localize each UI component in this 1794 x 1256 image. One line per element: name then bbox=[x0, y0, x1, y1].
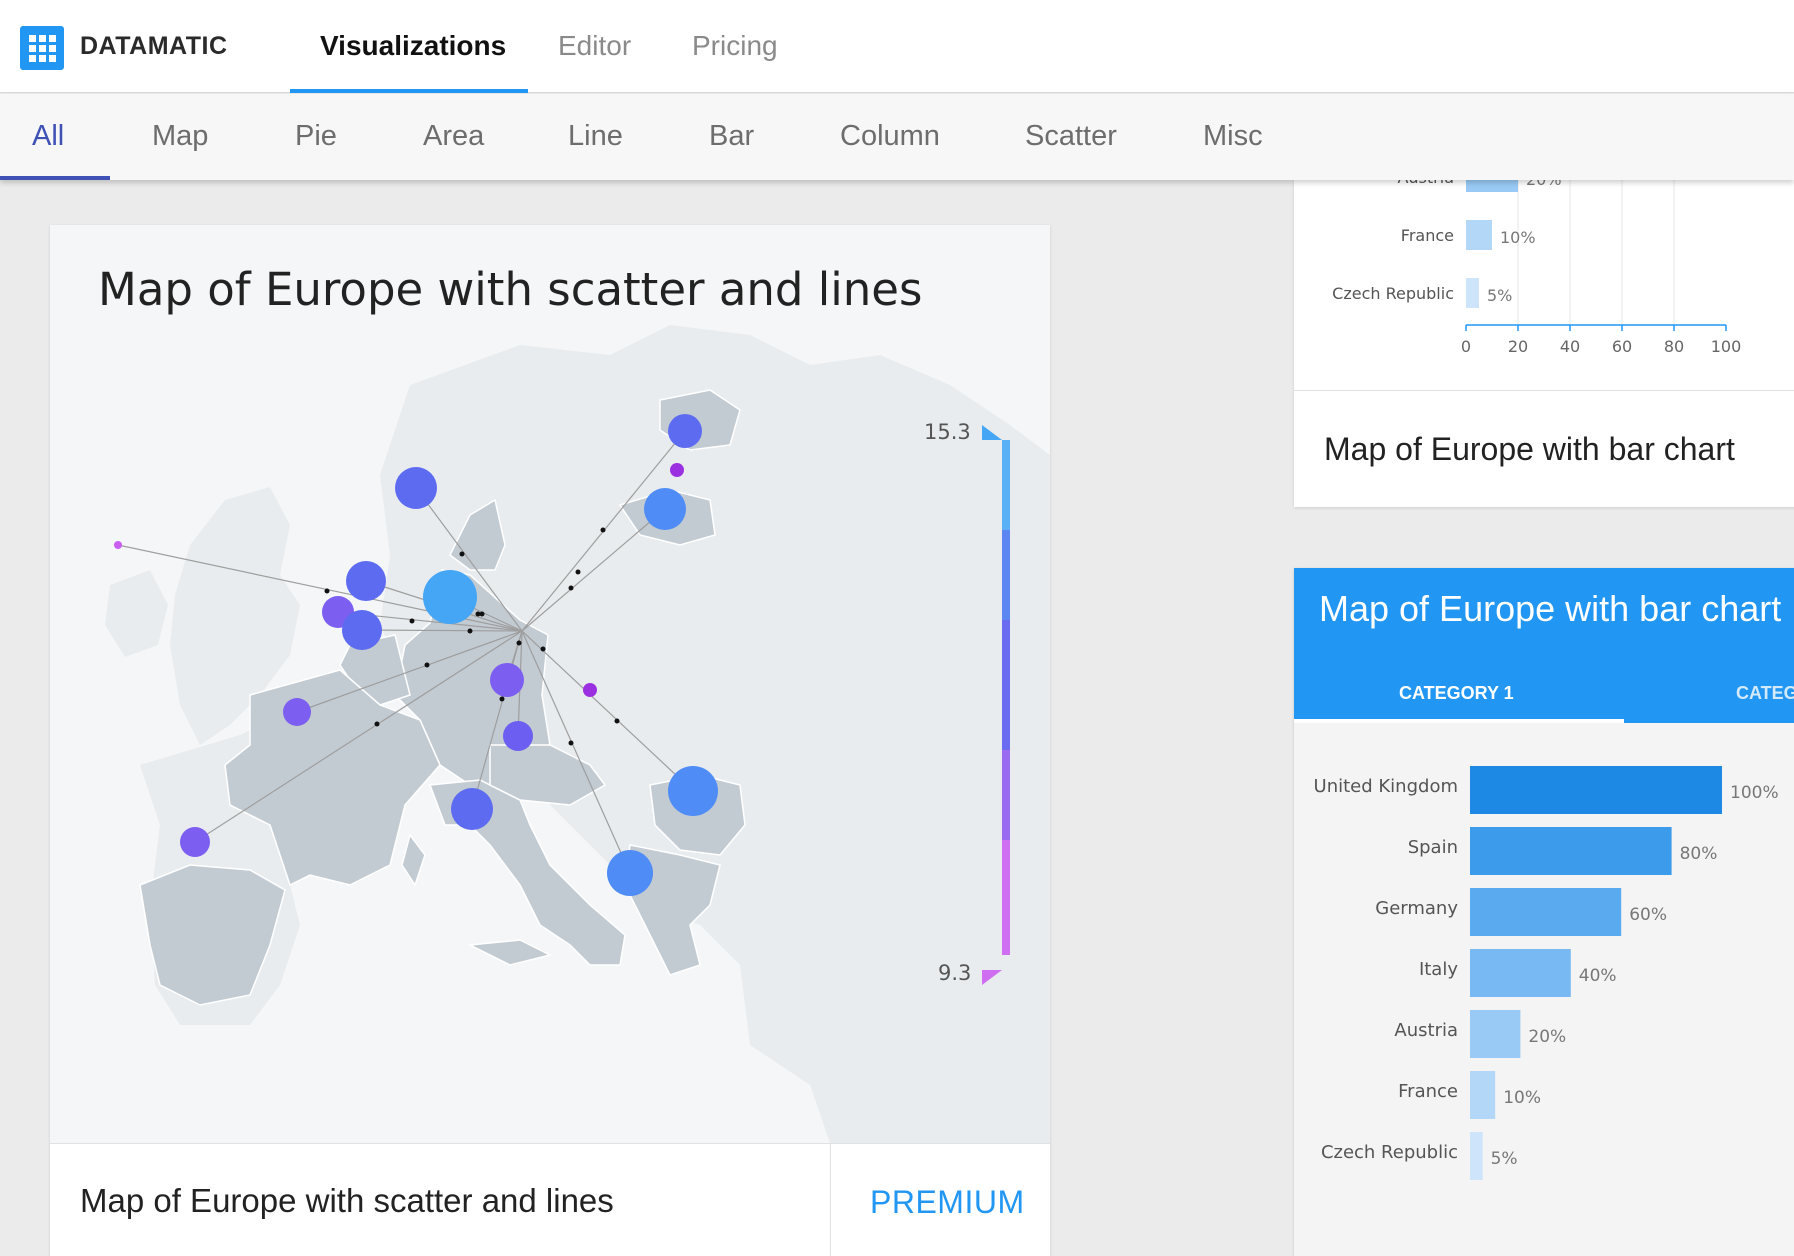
bubble bbox=[670, 463, 684, 477]
premium-badge[interactable]: PREMIUM bbox=[870, 1184, 1025, 1221]
card-title[interactable]: Map of Europe with scatter and lines bbox=[80, 1182, 614, 1220]
category-label: France bbox=[1398, 1081, 1458, 1102]
category-pie[interactable]: Pie bbox=[295, 120, 337, 153]
category-filter-bar: All Map Pie Area Line Bar Column Scatter… bbox=[0, 94, 1794, 180]
bubble bbox=[180, 827, 210, 857]
bubble bbox=[490, 663, 524, 697]
category-scatter[interactable]: Scatter bbox=[1025, 120, 1117, 153]
category-label: Czech Republic bbox=[1321, 1142, 1458, 1163]
bar bbox=[1466, 162, 1518, 192]
bar-chart-preview-1: Austria 20% France 10% Czech Republic 5% 0 20 40… bbox=[1332, 162, 1742, 356]
category-label: Italy bbox=[1419, 959, 1458, 980]
category-misc[interactable]: Misc bbox=[1203, 120, 1263, 153]
active-tab-indicator bbox=[290, 89, 528, 93]
app-grid-icon[interactable] bbox=[20, 26, 64, 70]
card-footer: Map of Europe with bar chart bbox=[1294, 390, 1794, 507]
map-preview: Map of Europe with scatter and lines 15.… bbox=[50, 225, 1050, 1143]
bar bbox=[1466, 220, 1492, 250]
europe-map bbox=[105, 325, 1050, 1143]
legend-max-label: 15.3 bbox=[924, 420, 971, 444]
data-label: 40% bbox=[1579, 966, 1617, 986]
card-header: Map of Europe with bar chart CATEGORY 1 … bbox=[1294, 568, 1794, 723]
data-label: 5% bbox=[1487, 286, 1512, 305]
bar bbox=[1470, 1010, 1521, 1058]
category-column[interactable]: Column bbox=[840, 120, 940, 153]
bar bbox=[1470, 1132, 1483, 1180]
bubble bbox=[283, 698, 311, 726]
tick-label: 0 bbox=[1461, 337, 1471, 356]
tab-category-2[interactable]: CATEG bbox=[1736, 683, 1794, 704]
tick-label: 80 bbox=[1664, 337, 1684, 356]
bubble bbox=[342, 610, 382, 650]
category-label: Austria bbox=[1397, 180, 1454, 187]
tick-label: 40 bbox=[1560, 337, 1580, 356]
card-footer: Map of Europe with scatter and lines PRE… bbox=[50, 1143, 1050, 1256]
data-label: 100% bbox=[1730, 783, 1779, 803]
legend-min-label: 9.3 bbox=[938, 961, 972, 985]
data-label: 20% bbox=[1528, 1027, 1566, 1047]
tab-editor[interactable]: Editor bbox=[558, 30, 631, 62]
category-label: Czech Republic bbox=[1332, 284, 1454, 303]
chart-title: Map of Europe with scatter and lines bbox=[98, 263, 923, 316]
visualization-card-scatter-lines[interactable]: Map of Europe with scatter and lines 15.… bbox=[50, 225, 1050, 1256]
bubble bbox=[503, 721, 533, 751]
data-label: 10% bbox=[1500, 228, 1536, 247]
category-label: United Kingdom bbox=[1314, 776, 1458, 797]
bubble bbox=[346, 561, 386, 601]
category-label: Germany bbox=[1375, 898, 1458, 919]
bar bbox=[1470, 766, 1722, 814]
category-map[interactable]: Map bbox=[152, 120, 208, 153]
map-land-background bbox=[105, 325, 1050, 1143]
category-line[interactable]: Line bbox=[568, 120, 623, 153]
bubble bbox=[607, 850, 653, 896]
bubble bbox=[644, 488, 686, 530]
bubble bbox=[668, 766, 718, 816]
category-bar[interactable]: Bar bbox=[709, 120, 754, 153]
bubble bbox=[423, 570, 477, 624]
category-area[interactable]: Area bbox=[423, 120, 484, 153]
category-label: Austria bbox=[1394, 1020, 1458, 1041]
card-header-title: Map of Europe with bar chart bbox=[1319, 588, 1782, 629]
data-label: 60% bbox=[1629, 905, 1667, 925]
bubble bbox=[451, 788, 493, 830]
bar bbox=[1470, 888, 1622, 936]
top-navigation-bar: DATAMATIC Visualizations Editor Pricing bbox=[0, 0, 1794, 93]
bubble bbox=[395, 467, 437, 509]
data-label: 80% bbox=[1680, 844, 1718, 864]
bar bbox=[1466, 278, 1479, 308]
bubble bbox=[668, 414, 702, 448]
category-label: Spain bbox=[1408, 837, 1458, 858]
data-label: 10% bbox=[1503, 1088, 1541, 1108]
visualization-card-bar-chart-1[interactable]: Austria 20% France 10% Czech Republic 5% 0 20 40… bbox=[1294, 162, 1794, 507]
bar bbox=[1470, 1071, 1496, 1119]
bar-chart-preview-2: United Kingdom 100% Spain 80% Germany 60% Ital… bbox=[1314, 766, 1779, 1180]
brand-name[interactable]: DATAMATIC bbox=[80, 32, 228, 61]
bar bbox=[1470, 949, 1571, 997]
data-label: 20% bbox=[1526, 180, 1562, 189]
active-category-indicator bbox=[0, 176, 110, 180]
card-title[interactable]: Map of Europe with bar chart bbox=[1324, 431, 1735, 468]
category-label: France bbox=[1401, 226, 1454, 245]
bubble bbox=[114, 541, 122, 549]
tick-label: 60 bbox=[1612, 337, 1632, 356]
category-all[interactable]: All bbox=[32, 120, 64, 153]
bubble bbox=[583, 683, 597, 697]
data-label: 5% bbox=[1491, 1149, 1518, 1169]
visualization-card-bar-chart-2[interactable]: Map of Europe with bar chart CATEGORY 1 … bbox=[1294, 568, 1794, 1256]
tick-label: 100 bbox=[1711, 337, 1742, 356]
footer-divider bbox=[830, 1144, 831, 1256]
bar bbox=[1470, 827, 1672, 875]
tab-visualizations[interactable]: Visualizations bbox=[320, 30, 506, 62]
tick-label: 20 bbox=[1508, 337, 1528, 356]
tab-category-1[interactable]: CATEGORY 1 bbox=[1399, 683, 1514, 704]
tab-pricing[interactable]: Pricing bbox=[692, 30, 778, 62]
